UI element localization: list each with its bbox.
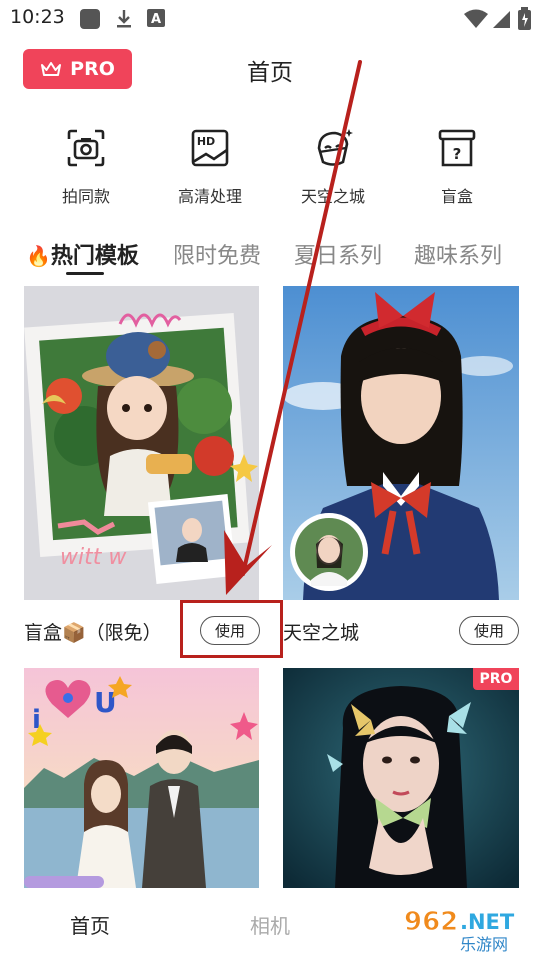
nav-camera[interactable]: 相机 xyxy=(250,910,290,939)
site-watermark: 962 .NET 乐游网 xyxy=(402,902,534,955)
svg-text:.NET: .NET xyxy=(460,910,515,934)
annotation-arrow-icon xyxy=(224,60,362,595)
nav-home[interactable]: 首页 xyxy=(70,910,110,939)
svg-text:乐游网: 乐游网 xyxy=(460,935,508,954)
svg-text:962: 962 xyxy=(404,907,458,937)
watermark-logo-icon: 962 .NET 乐游网 xyxy=(404,907,515,955)
